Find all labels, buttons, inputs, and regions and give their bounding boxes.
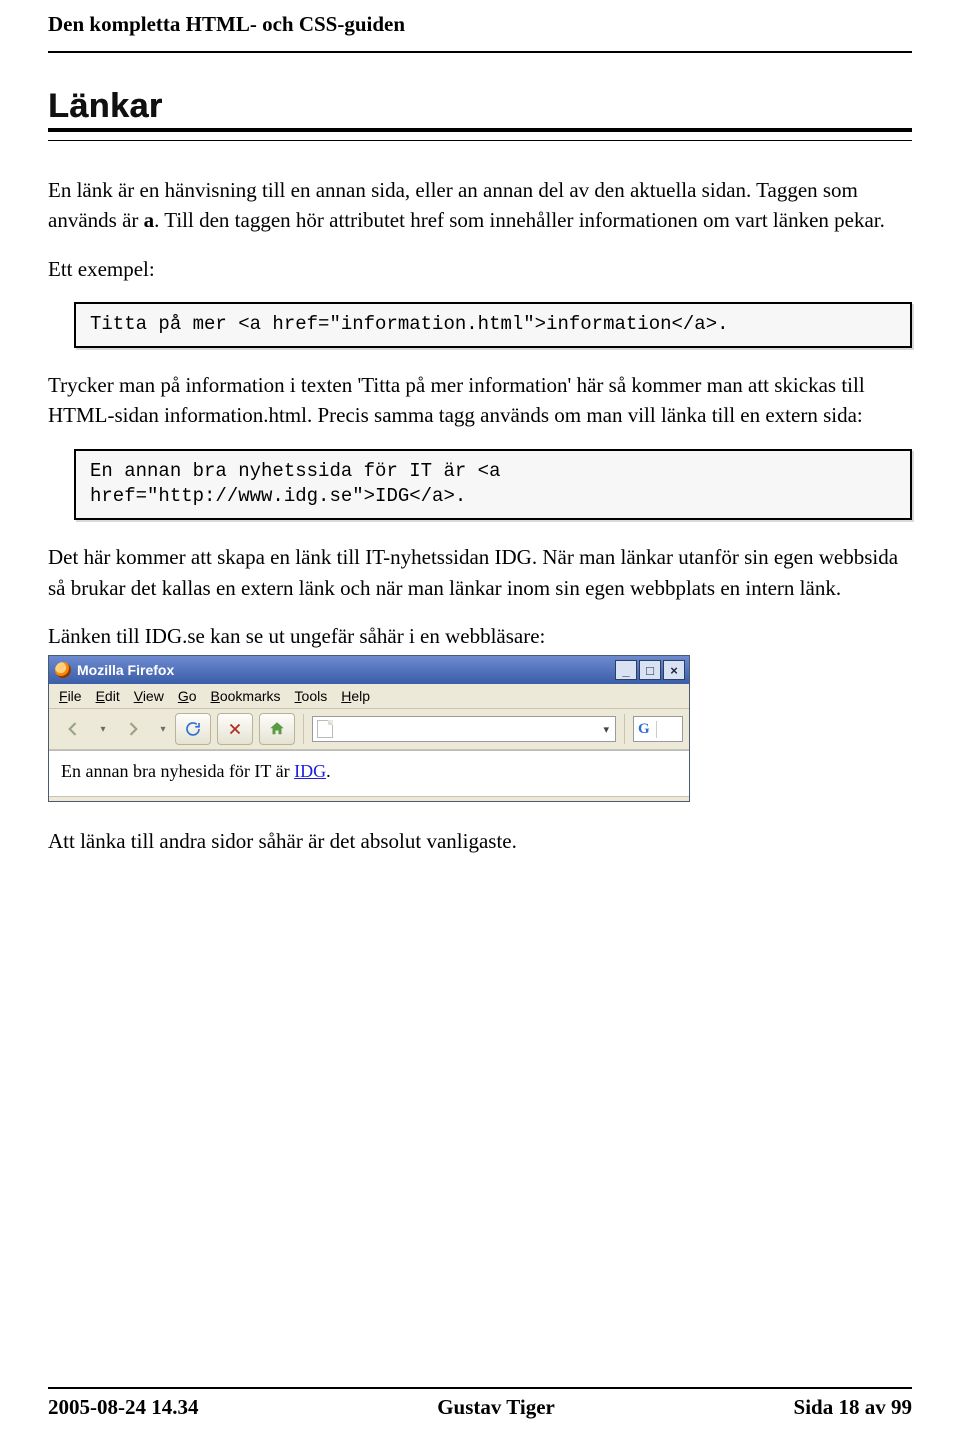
page-footer: 2005-08-24 14.34 Gustav Tiger Sida 18 av… [48, 1387, 912, 1420]
page: Den kompletta HTML- och CSS-guiden Länka… [0, 0, 960, 1440]
maximize-button[interactable]: □ [639, 660, 661, 680]
tag-name-bold: a [144, 208, 155, 232]
footer-rule [48, 1387, 912, 1389]
window-buttons: _ □ × [615, 660, 685, 680]
browser-content-text: En annan bra nyhesida för IT är [61, 761, 294, 781]
google-icon: G [638, 721, 657, 738]
address-dropdown-icon[interactable]: ▾ [601, 723, 611, 736]
paragraph-intro: En länk är en hänvisning till en annan s… [48, 175, 912, 236]
paragraph-browser-intro: Länken till IDG.se kan se ut ungefär såh… [48, 621, 912, 651]
browser-bottom-border [49, 796, 689, 801]
footer-page: Sida 18 av 99 [794, 1395, 912, 1420]
code-example-2: En annan bra nyhetssida för IT är <a hre… [74, 449, 912, 520]
footer-author: Gustav Tiger [437, 1395, 555, 1420]
close-button[interactable]: × [663, 660, 685, 680]
reload-button[interactable] [175, 713, 211, 745]
browser-title: Mozilla Firefox [77, 662, 174, 678]
header-rule [48, 51, 912, 53]
code-example-1: Titta på mer <a href="information.html">… [74, 302, 912, 348]
search-box[interactable]: G [633, 716, 683, 742]
menu-bookmarks[interactable]: Bookmarks [211, 688, 281, 704]
paragraph-closing: Att länka till andra sidor såhär är det … [48, 826, 912, 856]
toolbar-divider-2 [624, 714, 625, 744]
firefox-icon [55, 662, 71, 678]
footer-date: 2005-08-24 14.34 [48, 1395, 199, 1420]
paragraph-intro-c: . Till den taggen hör attributet href so… [154, 208, 885, 232]
back-dropdown-icon[interactable]: ▾ [97, 724, 109, 735]
menu-file[interactable]: File [59, 688, 82, 704]
menu-help[interactable]: Help [341, 688, 370, 704]
paragraph-after-code2: Det här kommer att skapa en länk till IT… [48, 542, 912, 603]
browser-content-link[interactable]: IDG [294, 761, 326, 781]
section-heading: Länkar [48, 87, 912, 126]
browser-menubar: File Edit View Go Bookmarks Tools Help [49, 684, 689, 709]
page-header-title: Den kompletta HTML- och CSS-guiden [48, 12, 912, 37]
browser-window: Mozilla Firefox _ □ × File Edit View Go … [48, 655, 690, 802]
menu-view[interactable]: View [134, 688, 164, 704]
address-bar[interactable]: ▾ [312, 716, 616, 742]
browser-toolbar: ▾ ▾ ▾ G [49, 709, 689, 750]
menu-go[interactable]: Go [178, 688, 197, 704]
paragraph-after-code1: Trycker man på information i texten 'Tit… [48, 370, 912, 431]
back-button[interactable] [55, 713, 91, 745]
forward-dropdown-icon[interactable]: ▾ [157, 724, 169, 735]
menu-tools[interactable]: Tools [295, 688, 328, 704]
page-icon [317, 720, 333, 738]
browser-content-tail: . [326, 761, 331, 781]
section-double-rule [48, 128, 912, 141]
paragraph-example-label: Ett exempel: [48, 254, 912, 284]
home-button[interactable] [259, 713, 295, 745]
browser-titlebar: Mozilla Firefox _ □ × [49, 656, 689, 684]
toolbar-divider [303, 714, 304, 744]
minimize-button[interactable]: _ [615, 660, 637, 680]
stop-button[interactable] [217, 713, 253, 745]
forward-button[interactable] [115, 713, 151, 745]
browser-content: En annan bra nyhesida för IT är IDG. [49, 750, 689, 796]
menu-edit[interactable]: Edit [96, 688, 120, 704]
